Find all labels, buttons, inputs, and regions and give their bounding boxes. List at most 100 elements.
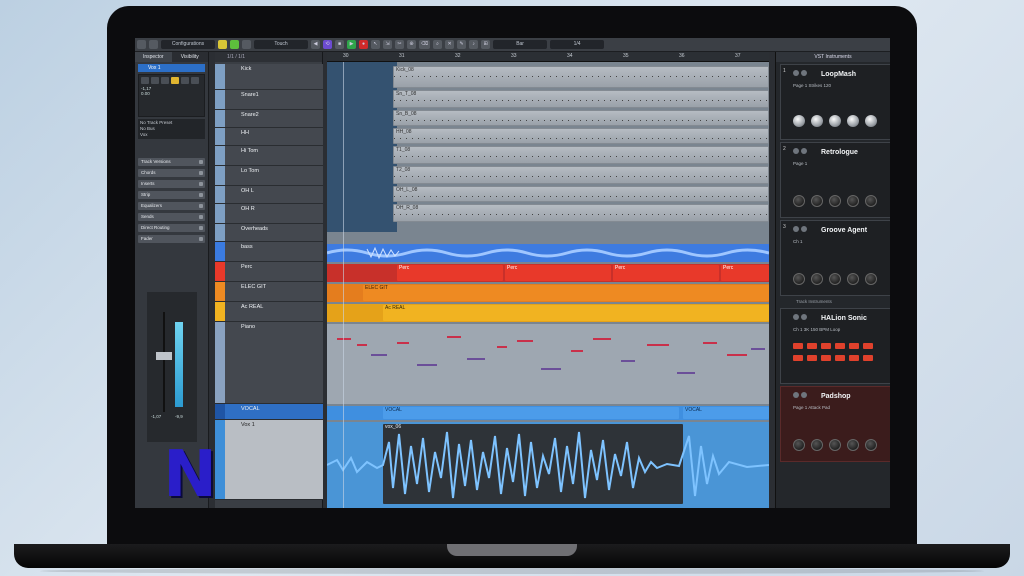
mute-button[interactable] xyxy=(141,77,149,84)
param-knob[interactable] xyxy=(793,115,805,127)
instrument-halion-sonic[interactable]: HALion Sonic Ch 1 3K 150 BPM Loop xyxy=(780,308,890,384)
midi-note[interactable] xyxy=(337,338,351,340)
clip-perc[interactable]: Perc xyxy=(721,265,769,281)
timeline-ruler[interactable]: 30 31 32 33 34 35 36 37 xyxy=(327,52,769,62)
record-button[interactable]: ● xyxy=(359,40,368,49)
instrument-loopmash[interactable]: 1 LoopMash Page 1 Strikes 120 xyxy=(780,64,890,140)
configurations-dropdown[interactable]: Configurations xyxy=(161,40,215,49)
quantize-dropdown[interactable]: 1/4 xyxy=(550,40,605,49)
track-hi-tom[interactable]: Hi Tom xyxy=(215,146,323,166)
clip-vocal[interactable]: VOCAL xyxy=(383,407,679,419)
lane-piano[interactable] xyxy=(327,324,769,404)
edit-icon[interactable] xyxy=(801,392,807,398)
clip-hi-tom[interactable]: T1_08 xyxy=(393,146,769,164)
erase-tool-icon[interactable]: ⌫ xyxy=(419,40,431,49)
playhead-cursor[interactable] xyxy=(343,62,344,508)
instrument-retrologue[interactable]: 2 Retrologue Page 1 xyxy=(780,142,890,218)
track-piano[interactable]: Piano xyxy=(215,322,323,404)
track-ac-real[interactable]: Ac REAL xyxy=(215,302,323,322)
play-button[interactable]: ▶ xyxy=(347,40,356,49)
section-sends[interactable]: Sends xyxy=(138,213,205,221)
param-value[interactable] xyxy=(835,355,845,361)
param-knob[interactable] xyxy=(865,115,877,127)
edit-icon[interactable] xyxy=(801,70,807,76)
monitor-button[interactable] xyxy=(171,77,179,84)
midi-note[interactable] xyxy=(677,372,695,374)
clip-kick[interactable]: Kick_08 xyxy=(393,66,769,88)
section-inserts[interactable]: Inserts xyxy=(138,180,205,188)
edit-icon[interactable] xyxy=(801,148,807,154)
midi-note[interactable] xyxy=(397,342,409,344)
midi-note[interactable] xyxy=(517,340,533,342)
mute-tool-icon[interactable]: ✕ xyxy=(445,40,455,49)
section-direct-routing[interactable]: Direct Routing xyxy=(138,224,205,232)
power-icon[interactable] xyxy=(793,148,799,154)
param-value[interactable] xyxy=(849,343,859,349)
window-button[interactable] xyxy=(137,40,146,49)
clip-oh-l[interactable]: OH_L_08 xyxy=(393,186,769,202)
param-knob[interactable] xyxy=(865,439,877,451)
tab-visibility[interactable]: Visibility xyxy=(171,52,208,62)
clip-ac-real[interactable]: Ac REAL xyxy=(383,305,769,321)
param-value[interactable] xyxy=(835,343,845,349)
section-track-versions[interactable]: Track Versions xyxy=(138,158,205,166)
zoom-tool-icon[interactable]: ⌕ xyxy=(433,40,443,49)
instrument-padshop[interactable]: Padshop Page 1 Attack Pad xyxy=(780,386,890,462)
track-oh-r[interactable]: OH R xyxy=(215,204,323,224)
solo-button[interactable] xyxy=(151,77,159,84)
midi-note[interactable] xyxy=(703,342,717,344)
snap-button[interactable]: ⊞ xyxy=(481,40,491,49)
automation-mode-dropdown[interactable]: Touch xyxy=(254,40,308,49)
draw-tool-icon[interactable]: ✎ xyxy=(457,40,467,49)
param-value[interactable] xyxy=(821,343,831,349)
midi-note[interactable] xyxy=(371,354,387,356)
channel-name[interactable]: Vox xyxy=(140,132,203,138)
clip-perc[interactable]: Perc xyxy=(505,265,611,281)
power-icon[interactable] xyxy=(793,392,799,398)
write-button[interactable] xyxy=(181,77,189,84)
track-hh[interactable]: HH xyxy=(215,128,323,146)
lane-ac-real[interactable]: Ac REAL xyxy=(327,304,769,322)
monitor-button[interactable] xyxy=(218,40,227,49)
midi-note[interactable] xyxy=(497,346,507,348)
arrange-window[interactable]: 30 31 32 33 34 35 36 37 Kick_08 Sn_T_08 … xyxy=(327,52,769,508)
param-knob[interactable] xyxy=(811,439,823,451)
window-button[interactable] xyxy=(149,40,158,49)
midi-note[interactable] xyxy=(621,360,635,362)
param-knob[interactable] xyxy=(811,273,823,285)
section-chords[interactable]: Chords xyxy=(138,169,205,177)
range-tool-icon[interactable]: ⇲ xyxy=(383,40,392,49)
clip-vocal[interactable]: VOCAL xyxy=(683,407,769,419)
rewind-button[interactable]: ◀ xyxy=(311,40,320,49)
clip-snare2[interactable]: Sn_B_08 xyxy=(393,110,769,126)
glue-tool-icon[interactable]: ⊕ xyxy=(407,40,416,49)
track-bass[interactable]: bass xyxy=(215,242,323,262)
clip-perc[interactable]: Perc xyxy=(397,265,503,281)
midi-note[interactable] xyxy=(727,354,747,356)
power-icon[interactable] xyxy=(793,70,799,76)
track-vox-1[interactable]: Vox 1 xyxy=(215,420,323,500)
edit-icon[interactable] xyxy=(801,314,807,320)
power-icon[interactable] xyxy=(793,314,799,320)
param-value[interactable] xyxy=(863,343,873,349)
tab-inspector[interactable]: Inspector xyxy=(135,52,172,62)
midi-note[interactable] xyxy=(541,368,561,370)
edit-button[interactable] xyxy=(191,77,199,84)
midi-note[interactable] xyxy=(751,348,765,350)
param-knob[interactable] xyxy=(811,115,823,127)
param-knob[interactable] xyxy=(847,273,859,285)
power-icon[interactable] xyxy=(793,226,799,232)
midi-note[interactable] xyxy=(467,358,485,360)
track-snare2[interactable]: Snare2 xyxy=(215,110,323,128)
lane-perc[interactable]: Perc Perc Perc Perc xyxy=(327,264,769,282)
param-knob[interactable] xyxy=(793,195,805,207)
lane-vox-1[interactable]: vox_06 xyxy=(327,422,769,508)
param-value[interactable] xyxy=(821,355,831,361)
param-knob[interactable] xyxy=(847,195,859,207)
param-knob[interactable] xyxy=(847,439,859,451)
param-knob[interactable] xyxy=(829,273,841,285)
grid-type-dropdown[interactable]: Bar xyxy=(493,40,548,49)
read-button[interactable] xyxy=(161,77,169,84)
lane-vocal[interactable]: VOCAL VOCAL xyxy=(327,406,769,420)
midi-note[interactable] xyxy=(417,364,437,366)
